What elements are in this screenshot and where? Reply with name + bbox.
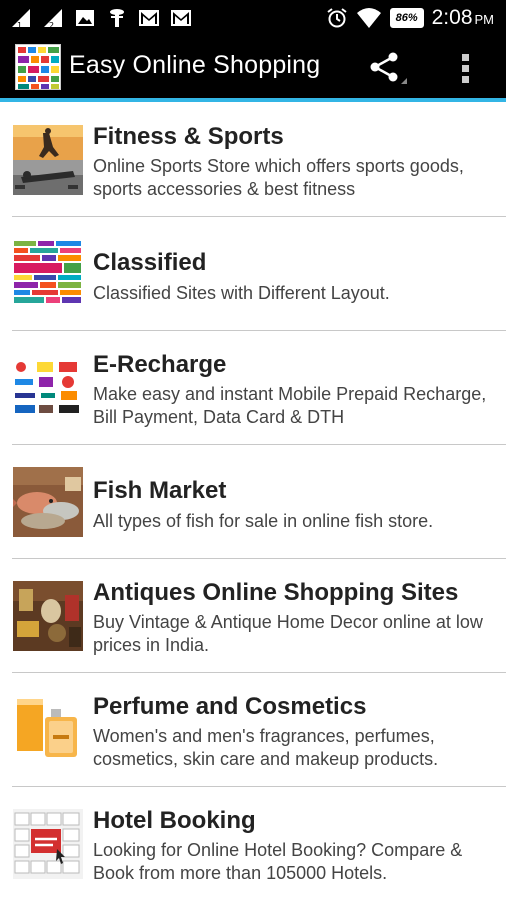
signal-icon: 2 <box>42 7 64 29</box>
item-title: Fish Market <box>93 477 227 504</box>
usb-icon <box>106 7 128 29</box>
app-logo-icon <box>15 44 61 90</box>
list-item-fish-market[interactable]: Fish Market All types of fish for sale i… <box>0 445 506 559</box>
item-title: Perfume and Cosmetics <box>93 693 367 720</box>
svg-text:2: 2 <box>49 21 54 29</box>
svg-text:1: 1 <box>17 21 22 29</box>
item-title: Antiques Online Shopping Sites <box>93 579 459 606</box>
action-bar: Easy Online Shopping <box>0 36 506 98</box>
image-icon <box>74 7 96 29</box>
item-description: Buy Vintage & Antique Home Decor online … <box>93 612 483 655</box>
status-bar: 1 2 86% 2:08 PM <box>0 0 506 36</box>
item-title: Fitness & Sports <box>93 123 284 150</box>
item-description: All types of fish for sale in online fis… <box>93 511 434 531</box>
action-bar-accent-line <box>0 98 506 102</box>
alarm-icon <box>326 7 348 29</box>
item-title: Hotel Booking <box>93 807 256 834</box>
list-item-perfume-cosmetics[interactable]: Perfume and Cosmetics Women's and men's … <box>0 673 506 787</box>
antiques-thumbnail <box>13 581 83 651</box>
battery-icon: 86% <box>389 8 424 28</box>
item-description: Classified Sites with Different Layout. <box>93 283 390 303</box>
list-item-antiques[interactable]: Antiques Online Shopping Sites Buy Vinta… <box>0 559 506 673</box>
share-icon[interactable] <box>367 50 409 86</box>
item-description: Make easy and instant Mobile Prepaid Rec… <box>93 384 487 427</box>
classified-thumbnail <box>13 239 83 309</box>
item-description: Women's and men's fragrances, perfumes, … <box>93 726 439 769</box>
category-list: Fitness & Sports Online Sports Store whi… <box>0 103 506 900</box>
list-item-hotel-booking[interactable]: Hotel Booking Looking for Online Hotel B… <box>0 787 506 900</box>
item-description: Online Sports Store which offers sports … <box>93 156 464 199</box>
list-item-e-recharge[interactable]: E-Recharge Make easy and instant Mobile … <box>0 331 506 445</box>
item-description: Looking for Online Hotel Booking? Compar… <box>93 840 463 883</box>
gmail-icon <box>170 7 192 29</box>
fitness-thumbnail <box>13 125 83 195</box>
perfume-thumbnail <box>13 695 83 765</box>
fish-thumbnail <box>13 467 83 537</box>
wifi-icon <box>356 7 382 29</box>
overflow-menu-icon[interactable] <box>454 48 478 88</box>
hotel-thumbnail <box>13 809 83 879</box>
gmail-icon <box>138 7 160 29</box>
list-item-fitness-sports[interactable]: Fitness & Sports Online Sports Store whi… <box>0 103 506 217</box>
clock: 2:08 PM <box>431 6 494 29</box>
recharge-thumbnail <box>13 353 83 423</box>
app-title: Easy Online Shopping <box>69 51 321 79</box>
item-title: Classified <box>93 249 207 276</box>
list-item-classified[interactable]: Classified Classified Sites with Differe… <box>0 217 506 331</box>
signal-icon: 1 <box>10 7 32 29</box>
item-title: E-Recharge <box>93 351 227 378</box>
